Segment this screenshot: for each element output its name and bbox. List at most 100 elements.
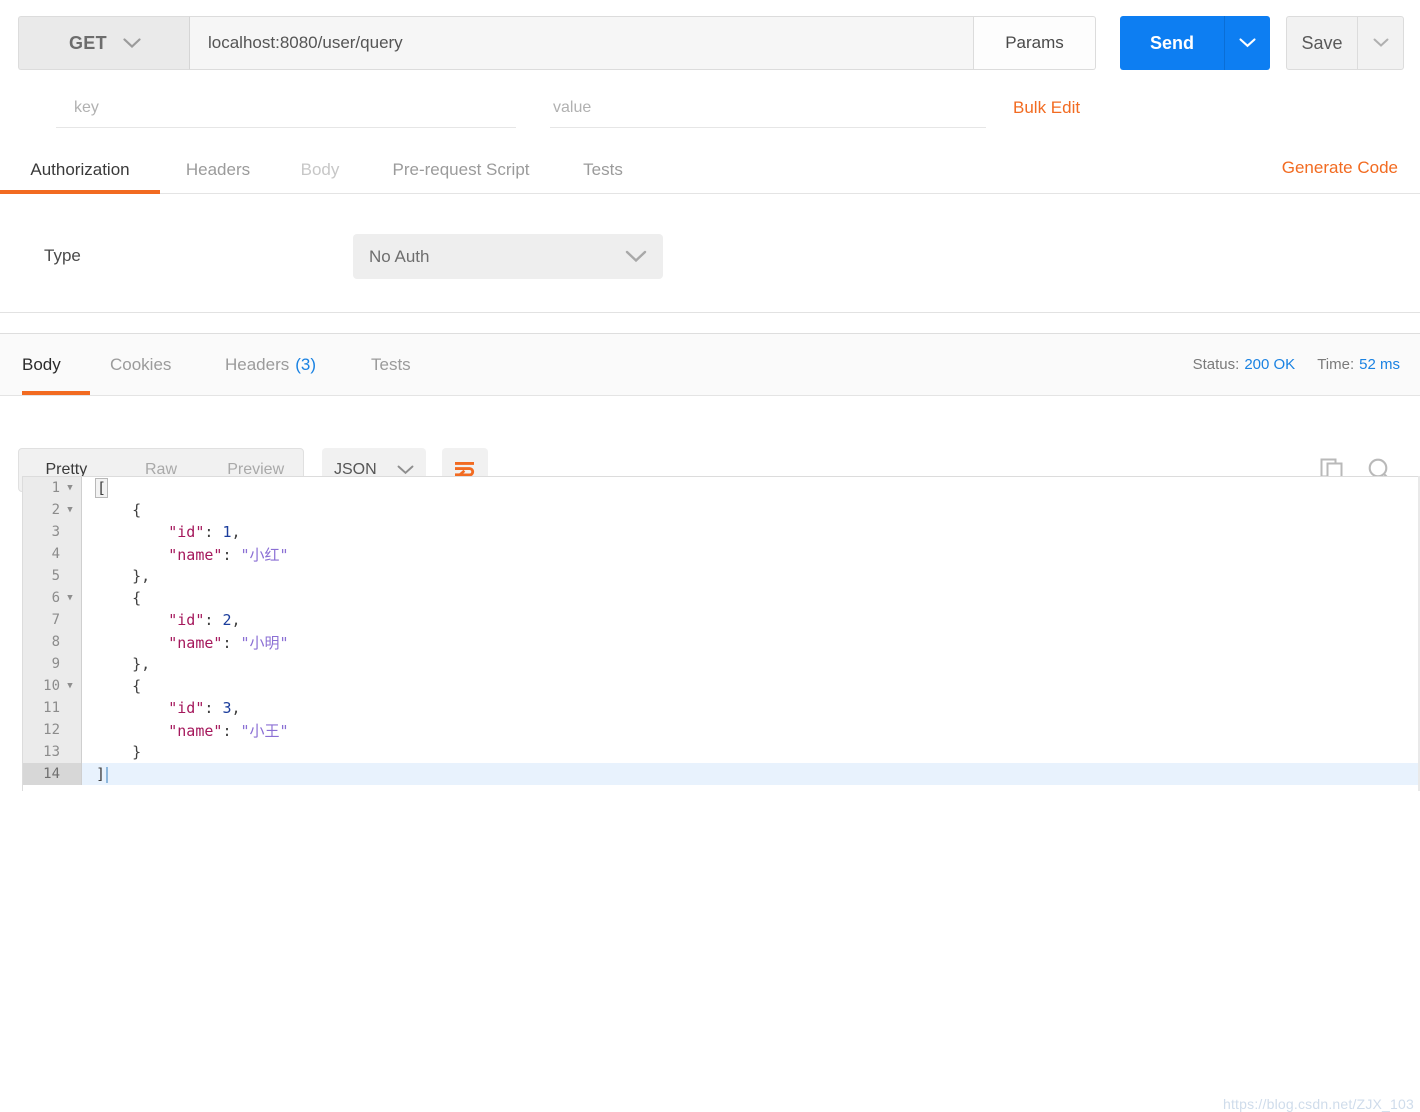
save-button-group: Save (1286, 16, 1404, 70)
active-tab-underline (0, 190, 160, 194)
line-number: 12 (43, 722, 60, 738)
code-token-punc: : (222, 721, 241, 740)
code-token-bracket: [ (94, 478, 109, 498)
code-text: }, (82, 567, 150, 585)
line-number-gutter: 6 ▼ (23, 587, 82, 609)
line-number-gutter: 5 (23, 565, 82, 587)
tab-pre-request-script[interactable]: Pre-request Script (364, 146, 558, 193)
code-line: 6 ▼ { (23, 587, 1420, 609)
line-number-gutter: 9 (23, 653, 82, 675)
code-token-key: "name" (168, 721, 223, 740)
response-tab-tests[interactable]: Tests (371, 334, 411, 395)
query-params-row: key value Bulk Edit (0, 88, 1420, 136)
time-label: Time: (1317, 356, 1355, 373)
line-number-gutter: 4 (23, 543, 82, 565)
bulk-edit-link[interactable]: Bulk Edit (1013, 88, 1080, 128)
response-tab-headers[interactable]: Headers (3) (225, 334, 316, 395)
send-button[interactable]: Send (1120, 16, 1224, 70)
active-response-tab-underline (22, 391, 90, 395)
code-line: 7 "id": 2, (23, 609, 1420, 631)
code-token-punc: , (231, 523, 241, 541)
line-number-gutter: 2 ▼ (23, 499, 82, 521)
code-line: 13 } (23, 741, 1420, 763)
send-button-group: Send (1120, 16, 1270, 70)
http-method-label: GET (69, 32, 107, 53)
line-number: 11 (43, 700, 60, 716)
code-fold-toggle-icon[interactable]: ▼ (64, 477, 76, 499)
status-label: Status: (1192, 356, 1240, 373)
generate-code-link[interactable]: Generate Code (1282, 158, 1398, 178)
line-number: 8 (51, 634, 60, 650)
code-token-punc: { (132, 677, 142, 695)
code-fold-toggle-icon[interactable]: ▼ (64, 587, 76, 609)
line-number: 13 (43, 744, 60, 760)
line-number: 3 (51, 524, 60, 540)
save-button[interactable]: Save (1287, 17, 1357, 69)
tab-body[interactable]: Body (276, 146, 364, 193)
code-token-punc: , (231, 699, 241, 717)
param-value-input[interactable]: value (550, 88, 986, 128)
code-token-punc: { (132, 501, 142, 519)
code-token-punc: : (222, 633, 241, 652)
code-token-punc: }, (132, 655, 151, 673)
chevron-down-icon (1373, 38, 1389, 48)
line-number: 5 (51, 568, 60, 584)
response-tab-body[interactable]: Body (22, 334, 61, 395)
code-token-punc: : (204, 611, 223, 629)
request-tabs: Authorization Headers Body Pre-request S… (0, 146, 1420, 194)
tab-headers[interactable]: Headers (160, 146, 276, 193)
watermark-text: https://blog.csdn.net/ZJX_103 (1222, 1096, 1414, 1112)
code-token-key: "name" (168, 545, 223, 564)
code-token-key: "id" (168, 699, 205, 717)
response-panel: Body Cookies Headers (3) Tests Status: 20… (0, 333, 1420, 1112)
code-text: } (82, 743, 141, 761)
code-line: 12 "name": "小王" (23, 719, 1420, 741)
response-tab-cookies[interactable]: Cookies (110, 334, 171, 395)
param-key-placeholder: key (74, 98, 99, 116)
code-token-str: "小王" (240, 721, 289, 740)
code-line: 11 "id": 3, (23, 697, 1420, 719)
time-value: 52 ms (1359, 356, 1400, 373)
code-fold-toggle-icon[interactable]: ▼ (64, 499, 76, 521)
save-options-button[interactable] (1357, 17, 1403, 69)
code-line: 9 }, (23, 653, 1420, 675)
auth-type-label: Type (44, 246, 81, 265)
code-text: "name": "小明" (82, 632, 289, 653)
line-number: 9 (51, 656, 60, 672)
line-number: 14 (43, 766, 60, 782)
tab-tests[interactable]: Tests (558, 146, 648, 193)
response-meta: Status: 200 OK Time: 52 ms (1193, 334, 1400, 395)
request-url-text: localhost:8080/user/query (208, 33, 403, 52)
response-tabs: Body Cookies Headers (3) Tests Status: 20… (0, 334, 1420, 396)
code-token-punc: : (222, 545, 241, 564)
chevron-down-icon (123, 37, 141, 49)
code-line: 2 ▼ { (23, 499, 1420, 521)
code-text: ] (82, 765, 109, 783)
line-number-gutter: 12 (23, 719, 82, 741)
param-key-input[interactable]: key (56, 88, 516, 128)
request-panel: GET localhost:8080/user/query Params Sen… (0, 0, 1420, 313)
request-url-input[interactable]: localhost:8080/user/query (190, 16, 974, 70)
code-fold-toggle-icon[interactable]: ▼ (64, 675, 76, 697)
code-token-punc: : (204, 523, 223, 541)
auth-type-select[interactable]: No Auth (353, 234, 663, 279)
code-line: 5 }, (23, 565, 1420, 587)
line-number: 7 (51, 612, 60, 628)
send-options-button[interactable] (1224, 16, 1270, 70)
code-text: "name": "小王" (82, 720, 289, 741)
response-view-toolbar: Pretty Raw Preview JSON (0, 396, 1420, 492)
chevron-down-icon (1239, 38, 1256, 48)
response-tab-headers-label: Headers (225, 354, 290, 374)
chevron-down-icon (397, 465, 414, 475)
line-number-gutter: 3 (23, 521, 82, 543)
tab-authorization[interactable]: Authorization (0, 146, 160, 193)
line-number-gutter: 13 (23, 741, 82, 763)
code-token-punc: } (132, 743, 142, 761)
auth-type-value: No Auth (369, 246, 430, 266)
code-token-key: "id" (168, 523, 205, 541)
code-token-key: "name" (168, 633, 223, 652)
params-button[interactable]: Params (974, 16, 1096, 70)
http-method-selector[interactable]: GET (18, 16, 190, 70)
response-body-code-viewer[interactable]: 1 ▼[2 ▼ {3 "id": 1, 4 "name": "小红" 5 }, 6 ▼ {7… (22, 476, 1420, 791)
code-token-str: "小明" (240, 633, 289, 652)
